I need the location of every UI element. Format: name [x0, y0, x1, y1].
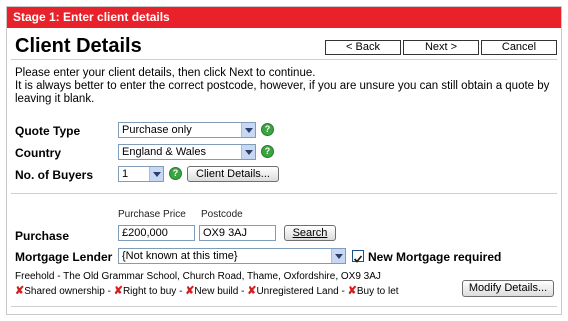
back-button[interactable]: < Back: [325, 40, 401, 55]
client-details-button[interactable]: Client Details...: [187, 166, 279, 182]
postcode-header: Postcode: [201, 209, 243, 220]
intro-text: Please enter your client details, then c…: [15, 67, 555, 106]
section-divider: [11, 193, 557, 194]
chevron-down-icon[interactable]: [149, 167, 163, 181]
checkmark-icon: [353, 255, 363, 263]
help-icon[interactable]: ?: [169, 167, 182, 180]
property-address: Freehold - The Old Grammar School, Churc…: [15, 271, 381, 282]
next-button[interactable]: Next >: [403, 40, 479, 55]
quote-type-select[interactable]: Purchase only: [118, 122, 256, 138]
country-label: Country: [15, 146, 61, 160]
modify-details-button[interactable]: Modify Details...: [462, 280, 554, 297]
property-flag: Shared ownership: [24, 286, 105, 297]
intro-line-1: Please enter your client details, then c…: [15, 67, 316, 79]
help-icon[interactable]: ?: [261, 145, 274, 158]
purchase-label: Purchase: [15, 229, 70, 243]
country-value: England & Wales: [122, 146, 206, 158]
purchase-price-input[interactable]: £200,000: [118, 225, 195, 241]
new-mortgage-label: New Mortgage required: [368, 250, 502, 264]
postcode-input[interactable]: OX9 3AJ: [199, 225, 276, 241]
intro-line-2: It is always better to enter the correct…: [15, 80, 550, 105]
page-title: Client Details: [15, 35, 142, 57]
chevron-down-icon[interactable]: [331, 249, 345, 263]
buyers-label: No. of Buyers: [15, 168, 94, 182]
quote-type-label: Quote Type: [15, 124, 81, 138]
search-button[interactable]: Search: [284, 225, 336, 241]
mortgage-lender-label: Mortgage Lender: [15, 250, 113, 264]
purchase-price-header: Purchase Price: [118, 209, 186, 220]
flag-separator: -: [238, 286, 248, 297]
mortgage-lender-value: {Not known at this time}: [122, 250, 238, 262]
flag-separator: -: [104, 286, 114, 297]
cancel-button[interactable]: Cancel: [481, 40, 557, 55]
title-divider: [11, 59, 557, 60]
property-flag: Buy to let: [356, 286, 399, 297]
x-mark-icon: ✘: [347, 285, 357, 297]
property-flag: Unregistered Land: [256, 286, 339, 297]
chevron-down-icon[interactable]: [241, 145, 255, 159]
quote-type-value: Purchase only: [122, 124, 192, 136]
property-flag: Right to buy: [122, 286, 177, 297]
stage-banner: Stage 1: Enter client details: [7, 7, 561, 28]
bottom-divider: [11, 306, 557, 307]
x-mark-icon: ✘: [15, 285, 25, 297]
property-flags: ✘Shared ownership - ✘Right to buy - ✘New…: [15, 284, 399, 297]
help-icon[interactable]: ?: [261, 123, 274, 136]
x-mark-icon: ✘: [113, 285, 123, 297]
chevron-down-icon[interactable]: [241, 123, 255, 137]
flag-separator: -: [338, 286, 348, 297]
property-flag: New build: [194, 286, 239, 297]
new-mortgage-checkbox[interactable]: [352, 250, 364, 263]
mortgage-lender-select[interactable]: {Not known at this time}: [118, 248, 346, 264]
country-select[interactable]: England & Wales: [118, 144, 256, 160]
client-details-panel: Stage 1: Enter client details Client Det…: [6, 6, 562, 315]
buyers-select[interactable]: 1: [118, 166, 164, 182]
flag-separator: -: [176, 286, 186, 297]
